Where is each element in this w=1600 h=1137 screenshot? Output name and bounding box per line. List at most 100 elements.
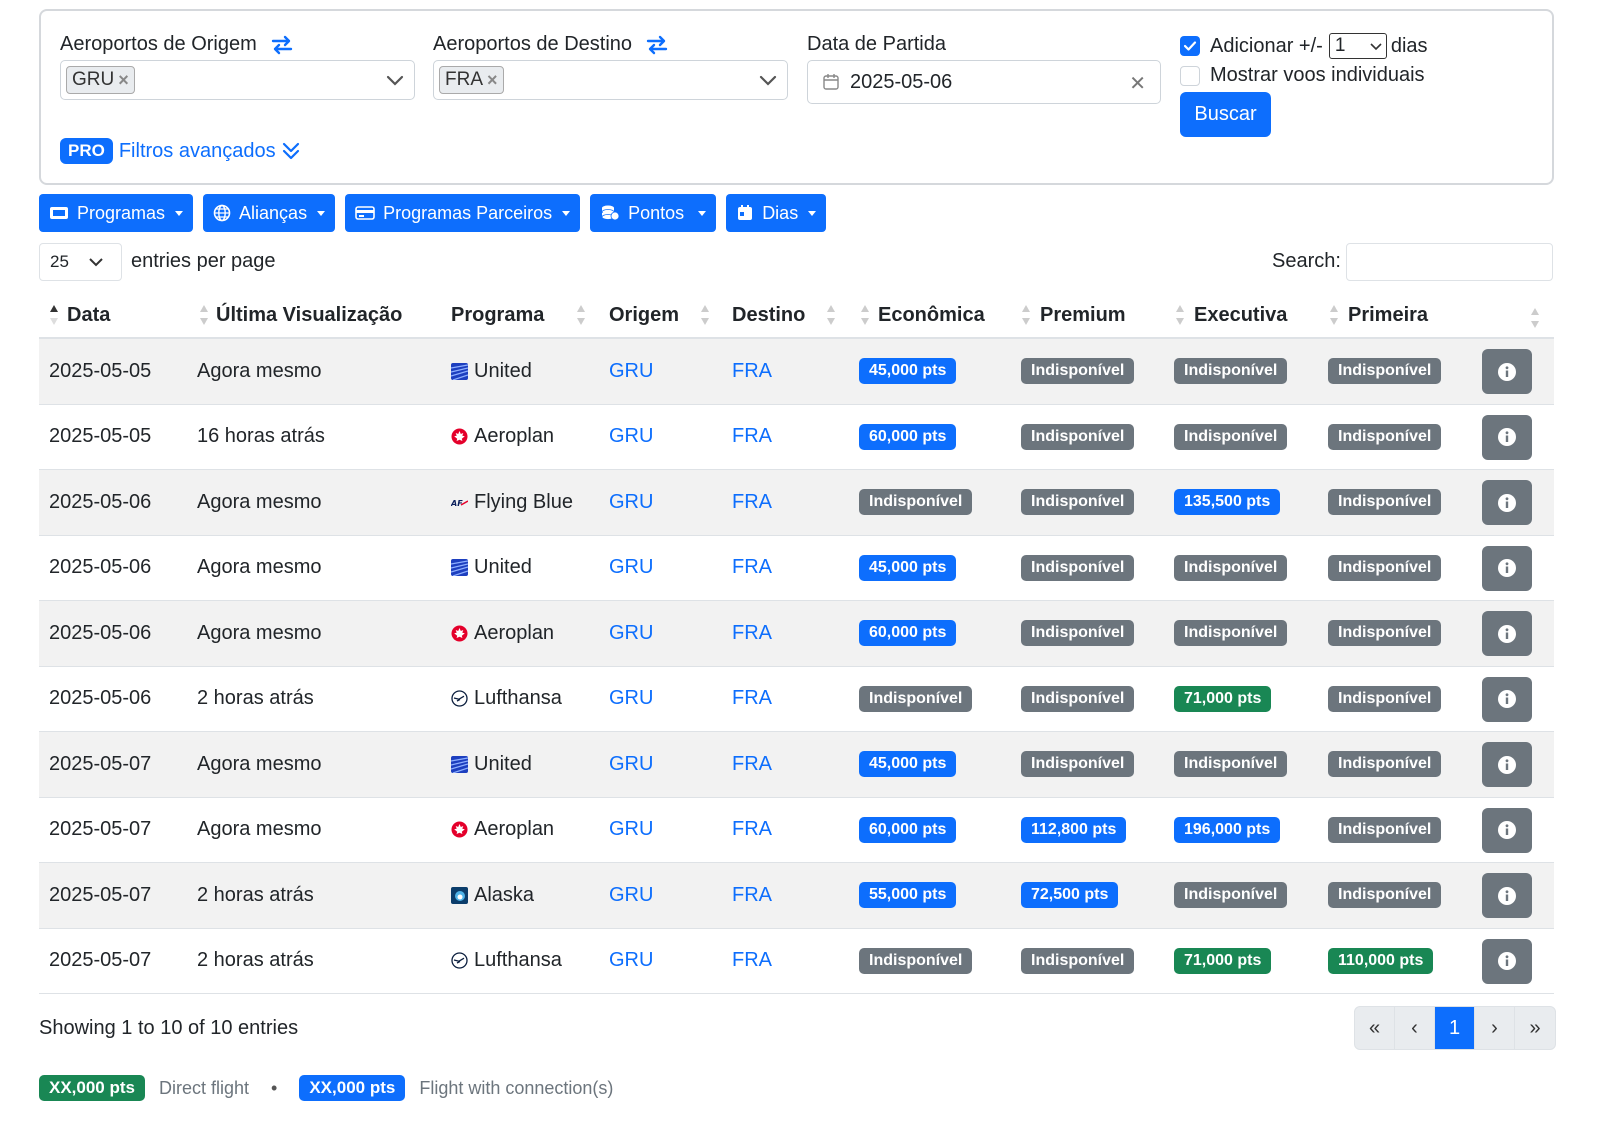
premium-cell: Indisponível (1021, 470, 1135, 535)
info-button[interactable] (1482, 742, 1532, 787)
sort-icon (827, 305, 835, 325)
info-button[interactable] (1482, 676, 1532, 722)
info-button[interactable] (1482, 414, 1532, 460)
premium-cell: Indisponível (1021, 601, 1135, 666)
info-button[interactable] (1482, 938, 1532, 984)
info-button[interactable] (1482, 611, 1532, 656)
col-date[interactable]: Data (67, 293, 110, 337)
alliances-filter-button[interactable]: Alianças (203, 194, 336, 232)
origin-link[interactable]: GRU (609, 732, 653, 797)
destination-link[interactable]: FRA (732, 601, 772, 666)
destination-link[interactable]: FRA (732, 339, 772, 404)
chevron-down-icon[interactable] (759, 71, 777, 89)
col-first[interactable]: Primeira (1348, 293, 1428, 337)
origin-link[interactable]: GRU (609, 929, 653, 994)
direct-flight-badge: XX,000 pts (39, 1075, 145, 1101)
search-button[interactable]: Buscar (1180, 92, 1271, 137)
partner-programs-filter-button[interactable]: Programas Parceiros (345, 194, 581, 232)
destination-link[interactable]: FRA (732, 667, 772, 732)
programs-filter-button[interactable]: Programas (39, 194, 194, 232)
info-icon (1498, 493, 1516, 512)
info-button[interactable] (1482, 873, 1532, 918)
first-page-button[interactable]: « (1355, 1007, 1395, 1049)
destination-link[interactable]: FRA (732, 929, 772, 994)
direct-flight-label: Direct flight (159, 1077, 250, 1098)
dest-label: Aeroportos de Destino (433, 33, 633, 55)
destination-link[interactable]: FRA (732, 863, 772, 928)
chevron-down-icon[interactable] (386, 71, 404, 89)
next-page-button[interactable]: › (1475, 1007, 1515, 1049)
first-cell: Indisponível (1328, 732, 1442, 797)
info-icon (1498, 755, 1516, 774)
dest-select[interactable]: FRA × (433, 60, 788, 100)
last-seen-cell: Agora mesmo (197, 490, 322, 513)
sort-icon (200, 305, 208, 325)
destination-link[interactable]: FRA (732, 798, 772, 863)
table-row: 2025-05-07 2 horas atrás Alaska GRU FRA 55,00… (39, 863, 1554, 929)
col-premium[interactable]: Premium (1040, 293, 1126, 337)
origin-link[interactable]: GRU (609, 798, 653, 863)
program-cell: Aeroplan (451, 405, 554, 470)
caret-down-icon (808, 210, 817, 216)
info-button[interactable] (1482, 480, 1532, 525)
individual-flights-checkbox[interactable] (1180, 65, 1200, 86)
origin-link[interactable]: GRU (609, 601, 653, 666)
info-button[interactable] (1482, 807, 1532, 853)
last-seen-cell: 2 horas atrás (197, 949, 314, 972)
destination-link[interactable]: FRA (732, 405, 772, 470)
origin-link[interactable]: GRU (609, 536, 653, 601)
destination-link[interactable]: FRA (732, 470, 772, 535)
first-cell: Indisponível (1328, 405, 1442, 470)
search-input[interactable] (1346, 243, 1553, 281)
remove-tag-icon[interactable]: × (487, 70, 498, 91)
origin-link[interactable]: GRU (609, 470, 653, 535)
first-badge: Indisponível (1328, 489, 1442, 516)
economy-badge: 60,000 pts (859, 620, 957, 647)
info-button[interactable] (1482, 349, 1532, 394)
col-destination[interactable]: Destino (732, 293, 805, 337)
add-days-checkbox[interactable] (1180, 36, 1200, 56)
search-panel: Aeroportos de Origem GRU × Aeroportos de… (39, 9, 1554, 185)
days-filter-button[interactable]: Dias (726, 194, 827, 232)
program-name: Aeroplan (474, 621, 555, 644)
clear-date-icon[interactable]: ✕ (1129, 71, 1146, 96)
table-body: 2025-05-05 Agora mesmo United GRU FRA 45,000 … (39, 339, 1554, 994)
showing-entries: Showing 1 to 10 of 10 entries (39, 1017, 299, 1039)
remove-tag-icon[interactable]: × (118, 70, 129, 91)
economy-cell: 60,000 pts (859, 601, 957, 666)
sort-icon (1176, 305, 1184, 325)
alaska-logo-icon (451, 886, 468, 904)
page-1-button[interactable]: 1 (1435, 1007, 1475, 1049)
days-select-value: 1 (1334, 35, 1346, 56)
days-select[interactable]: 1 (1328, 33, 1387, 59)
premium-cell: Indisponível (1021, 405, 1135, 470)
origin-select[interactable]: GRU × (60, 60, 415, 100)
caret-down-icon (562, 210, 571, 216)
col-program[interactable]: Programa (451, 293, 544, 337)
destination-link[interactable]: FRA (732, 536, 772, 601)
col-origin[interactable]: Origem (609, 293, 679, 337)
origin-link[interactable]: GRU (609, 667, 653, 732)
col-business[interactable]: Executiva (1194, 293, 1287, 337)
origin-link[interactable]: GRU (609, 863, 653, 928)
advanced-filters-link[interactable]: Filtros avançados (119, 140, 300, 163)
origin-link[interactable]: GRU (609, 339, 653, 404)
double-chevron-down-icon (282, 142, 299, 160)
points-filter-button[interactable]: Pontos (590, 194, 717, 232)
table-row: 2025-05-06 Agora mesmo United GRU FRA 45,000 … (39, 536, 1554, 601)
economy-cell: 45,000 pts (859, 732, 957, 797)
swap-origin-icon[interactable] (271, 35, 293, 55)
united-logo-icon (450, 755, 469, 774)
prev-page-button[interactable]: ‹ (1395, 1007, 1435, 1049)
destination-link[interactable]: FRA (732, 732, 772, 797)
col-last-seen[interactable]: Última Visualização (216, 293, 402, 337)
date-input[interactable]: 2025-05-06 ✕ (807, 60, 1161, 104)
first-badge: Indisponível (1328, 620, 1442, 647)
page-length-select[interactable]: 25 (39, 243, 122, 281)
info-button[interactable] (1482, 545, 1532, 591)
col-economy[interactable]: Econômica (878, 293, 985, 337)
premium-badge: Indisponível (1021, 489, 1135, 516)
swap-dest-icon[interactable] (646, 35, 668, 55)
origin-link[interactable]: GRU (609, 405, 653, 470)
last-page-button[interactable]: » (1515, 1007, 1555, 1049)
